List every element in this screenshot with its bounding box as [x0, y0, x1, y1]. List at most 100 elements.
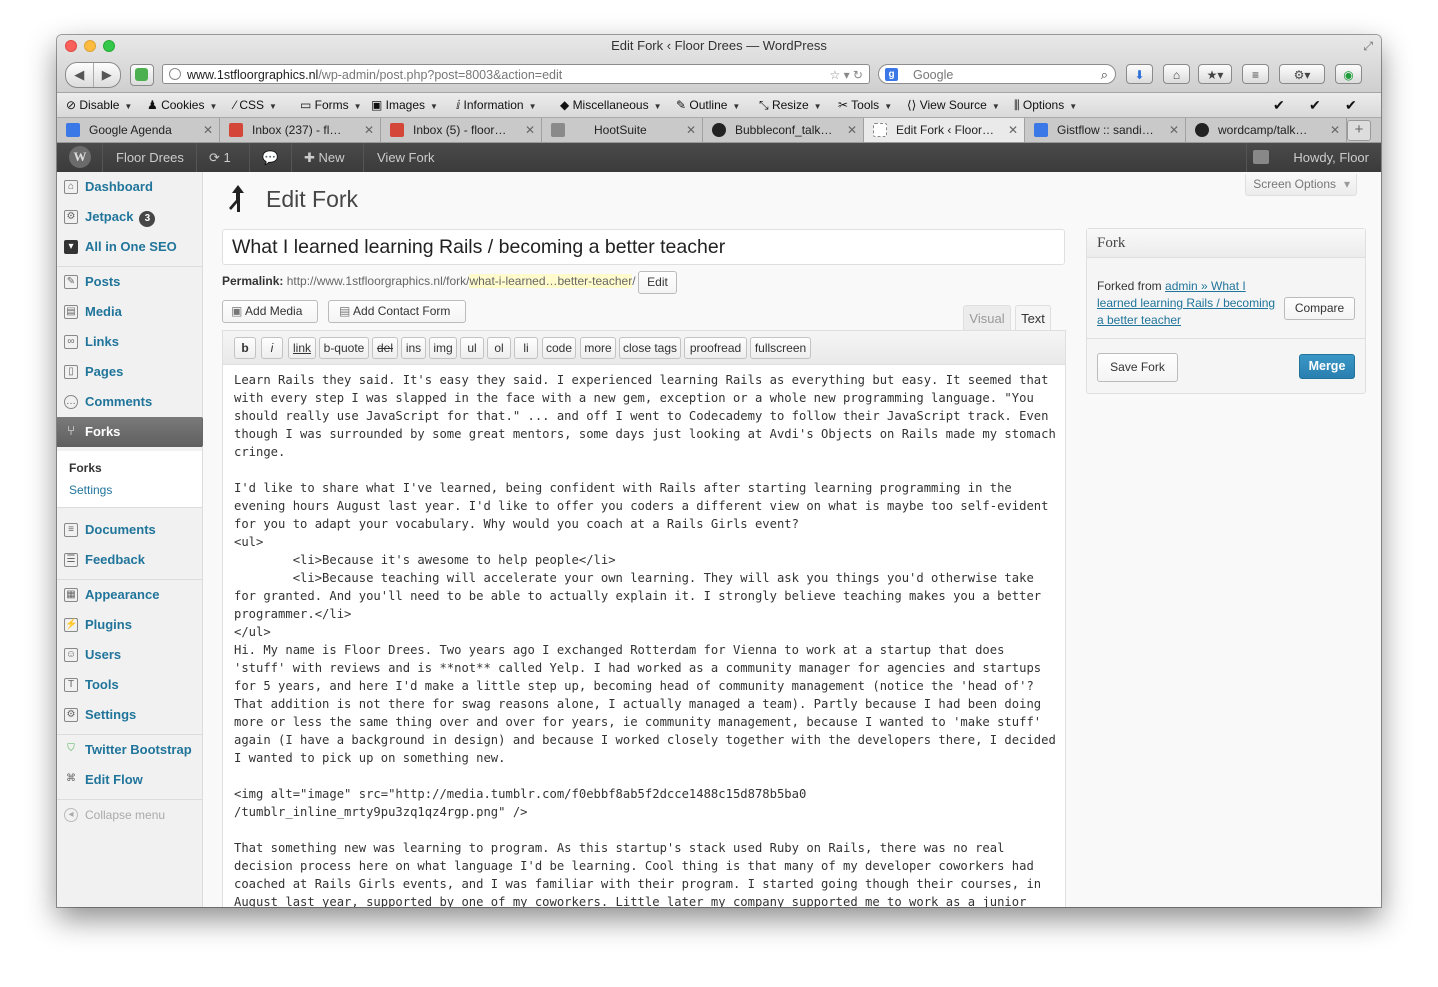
- menu-edit-flow[interactable]: ⌘ Edit Flow: [57, 765, 202, 795]
- tab-inbox-1[interactable]: Inbox (237) - fl… ✕: [220, 118, 381, 142]
- search-input[interactable]: g Google ⌕: [878, 64, 1116, 84]
- menu-tools[interactable]: T Tools: [57, 670, 202, 700]
- tab-edit-fork[interactable]: Edit Fork ‹ Floor… ✕: [864, 118, 1025, 142]
- qt-ul-button[interactable]: ul: [460, 337, 484, 359]
- forward-arrow-icon[interactable]: ▶: [94, 63, 121, 87]
- qt-bold-button[interactable]: b: [234, 337, 256, 359]
- tab-text[interactable]: Text: [1015, 305, 1051, 331]
- site-name-link[interactable]: Floor Drees: [116, 143, 184, 172]
- close-tab-icon[interactable]: ✕: [1008, 118, 1018, 142]
- devbar-cookies[interactable]: ♟ Cookies ▼: [147, 93, 217, 119]
- qt-ins-button[interactable]: ins: [401, 337, 426, 359]
- close-tab-icon[interactable]: ✕: [364, 118, 374, 142]
- qt-close-tags-button[interactable]: close tags: [619, 337, 681, 359]
- new-tab-button[interactable]: +: [1347, 120, 1371, 141]
- save-fork-button[interactable]: Save Fork: [1097, 353, 1178, 382]
- add-media-button[interactable]: ▣ Add Media: [222, 300, 318, 323]
- menu-feedback[interactable]: ☰ Feedback: [57, 545, 202, 575]
- fullscreen-icon[interactable]: ⤢: [1363, 39, 1373, 54]
- validation-check-icon[interactable]: ✔: [1345, 93, 1357, 117]
- post-title-input[interactable]: What I learned learning Rails / becoming…: [222, 229, 1065, 265]
- url-bar[interactable]: www.1stfloorgraphics.nl/wp-admin/post.ph…: [162, 64, 870, 84]
- edit-permalink-button[interactable]: Edit: [638, 271, 677, 294]
- bookmarks-menu-button[interactable]: ★▾: [1198, 64, 1232, 84]
- new-content-link[interactable]: ✚ New: [304, 143, 345, 172]
- tab-inbox-2[interactable]: Inbox (5) - floor… ✕: [381, 118, 542, 142]
- qt-ol-button[interactable]: ol: [487, 337, 511, 359]
- compare-button[interactable]: Compare: [1284, 297, 1355, 320]
- close-tab-icon[interactable]: ✕: [525, 118, 535, 142]
- qt-fullscreen-button[interactable]: fullscreen: [750, 337, 811, 359]
- tab-google-agenda[interactable]: Google Agenda ✕: [57, 118, 220, 142]
- devbar-css[interactable]: ⁄ CSS ▼: [234, 93, 277, 119]
- downloads-button[interactable]: ⬇: [1126, 64, 1153, 84]
- tab-bubbleconf[interactable]: Bubbleconf_talk… ✕: [703, 118, 864, 142]
- validation-check-icon[interactable]: ✔: [1309, 93, 1321, 117]
- menu-pages[interactable]: ▯ Pages: [57, 357, 202, 387]
- close-tab-icon[interactable]: ✕: [1330, 118, 1340, 142]
- qt-more-button[interactable]: more: [580, 337, 616, 359]
- collapse-menu-button[interactable]: ◂ Collapse menu: [57, 800, 202, 830]
- add-contact-form-button[interactable]: ▤ Add Contact Form: [328, 300, 466, 323]
- tab-hootsuite[interactable]: HootSuite ✕: [542, 118, 703, 142]
- view-fork-link[interactable]: View Fork: [377, 143, 435, 172]
- extension-button[interactable]: [130, 64, 154, 86]
- devbar-miscellaneous[interactable]: ◆ Miscellaneous ▼: [560, 93, 662, 119]
- validation-check-icon[interactable]: ✔: [1273, 93, 1285, 117]
- home-button[interactable]: ⌂: [1163, 64, 1190, 84]
- notification-icon[interactable]: [1253, 150, 1269, 164]
- close-tab-icon[interactable]: ✕: [847, 118, 857, 142]
- security-addon-button[interactable]: ◉: [1335, 64, 1362, 84]
- close-tab-icon[interactable]: ✕: [203, 118, 213, 142]
- developer-tools-button[interactable]: ⚙▾: [1279, 64, 1325, 84]
- menu-documents[interactable]: ≡ Documents: [57, 515, 202, 545]
- menu-settings[interactable]: ⚙ Settings: [57, 700, 202, 730]
- updates-link[interactable]: ⟳ 1: [209, 143, 231, 172]
- menu-jetpack[interactable]: ⚙ Jetpack 3: [57, 202, 202, 232]
- menu-all-in-one-seo[interactable]: ▾ All in One SEO: [57, 232, 202, 262]
- close-tab-icon[interactable]: ✕: [686, 118, 696, 142]
- devbar-information[interactable]: ⅈ Information ▼: [456, 93, 537, 119]
- devbar-tools[interactable]: ✂ Tools ▼: [838, 93, 892, 119]
- tab-gistflow[interactable]: Gistflow :: sandi… ✕: [1025, 118, 1186, 142]
- menu-media[interactable]: ▤ Media: [57, 297, 202, 327]
- post-content-textarea[interactable]: Learn Rails they said. It's easy they sa…: [234, 371, 1056, 907]
- howdy-user-menu[interactable]: Howdy, Floor: [1293, 143, 1369, 172]
- submenu-settings[interactable]: Settings: [69, 483, 112, 497]
- layers-button[interactable]: ≡: [1242, 64, 1269, 84]
- qt-li-button[interactable]: li: [514, 337, 538, 359]
- devbar-view-source[interactable]: ⟨⟩ View Source ▼: [907, 93, 1000, 119]
- menu-plugins[interactable]: ⚡ Plugins: [57, 610, 202, 640]
- tab-visual[interactable]: Visual: [963, 305, 1011, 331]
- qt-bquote-button[interactable]: b-quote: [319, 337, 369, 359]
- menu-dashboard[interactable]: ⌂ Dashboard: [57, 172, 202, 202]
- menu-links[interactable]: ∞ Links: [57, 327, 202, 357]
- bookmark-star-icon[interactable]: ☆ ▾ ↻: [829, 65, 863, 85]
- search-icon[interactable]: ⌕: [1101, 65, 1108, 85]
- menu-appearance[interactable]: ▦ Appearance: [57, 580, 202, 610]
- devbar-options[interactable]: ⫼ Options ▼: [1014, 93, 1077, 119]
- tab-wordcamp[interactable]: wordcamp/talk… ✕: [1186, 118, 1347, 142]
- qt-img-button[interactable]: img: [429, 337, 457, 359]
- qt-proofread-button[interactable]: proofread: [684, 337, 747, 359]
- devbar-disable[interactable]: ⊘ Disable ▼: [66, 93, 132, 119]
- qt-code-button[interactable]: code: [542, 337, 576, 359]
- menu-users[interactable]: ☺ Users: [57, 640, 202, 670]
- devbar-forms[interactable]: ▭ Forms ▼: [300, 93, 362, 119]
- menu-posts[interactable]: ✎ Posts: [57, 267, 202, 297]
- back-arrow-icon[interactable]: ◀: [66, 63, 94, 87]
- qt-del-button[interactable]: del: [372, 337, 398, 359]
- submenu-forks[interactable]: Forks: [69, 461, 102, 475]
- devbar-images[interactable]: ▣ Images ▼: [371, 93, 438, 119]
- devbar-resize[interactable]: ⤡ Resize ▼: [759, 93, 822, 119]
- wordpress-logo-icon[interactable]: W: [69, 146, 91, 168]
- close-tab-icon[interactable]: ✕: [1169, 118, 1179, 142]
- menu-twitter-bootstrap[interactable]: ⛉ Twitter Bootstrap: [57, 735, 202, 765]
- qt-italic-button[interactable]: i: [261, 337, 283, 359]
- screen-options-button[interactable]: Screen Options: [1245, 174, 1357, 196]
- qt-link-button[interactable]: link: [288, 337, 316, 359]
- permalink-slug[interactable]: what-i-learned…better-teacher: [469, 274, 633, 288]
- comments-bubble-icon[interactable]: 💬: [262, 143, 278, 172]
- menu-forks[interactable]: ⑂ Forks: [57, 417, 211, 447]
- menu-comments[interactable]: … Comments: [57, 387, 202, 417]
